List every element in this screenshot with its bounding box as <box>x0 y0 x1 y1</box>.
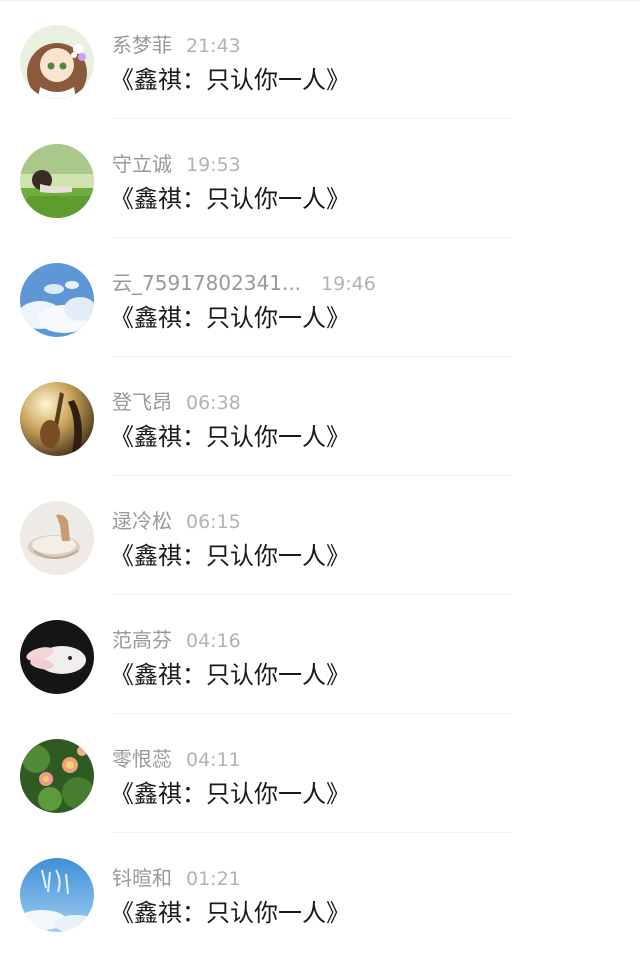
comment-text: 《鑫祺：只认你一人》 <box>110 66 350 94</box>
timestamp: 21:43 <box>186 35 241 57</box>
username[interactable]: 守立诚 <box>112 152 172 176</box>
comment-item[interactable]: 云_75917802341... 19:46 《鑫祺：只认你一人》 <box>0 238 640 357</box>
lotus-flowers-avatar[interactable] <box>20 739 94 813</box>
comment-meta: 钭暄和 01:21 <box>112 865 241 891</box>
comment-item[interactable]: 钭暄和 01:21 《鑫祺：只认你一人》 <box>0 833 640 952</box>
comment-text: 《鑫祺：只认你一人》 <box>110 661 350 689</box>
anime-girl-avatar[interactable] <box>20 25 94 99</box>
comment-meta: 范高芬 04:16 <box>112 627 241 653</box>
timestamp: 19:53 <box>186 154 241 176</box>
comment-text: 《鑫祺：只认你一人》 <box>110 423 350 451</box>
timestamp: 19:46 <box>321 273 376 295</box>
comment-item[interactable]: 零恨蕊 04:11 《鑫祺：只认你一人》 <box>0 714 640 833</box>
username[interactable]: 零恨蕊 <box>112 747 172 771</box>
comment-meta: 登飞昂 06:38 <box>112 389 241 415</box>
comment-item[interactable]: 范高芬 04:16 《鑫祺：只认你一人》 <box>0 595 640 714</box>
comment-item[interactable]: 系梦菲 21:43 《鑫祺：只认你一人》 <box>0 0 640 119</box>
username[interactable]: 系梦菲 <box>112 33 172 57</box>
comment-text: 《鑫祺：只认你一人》 <box>110 304 350 332</box>
sky-clouds-avatar[interactable] <box>20 263 94 337</box>
timestamp: 06:15 <box>186 511 241 533</box>
username[interactable]: 范高芬 <box>112 628 172 652</box>
comment-text: 《鑫祺：只认你一人》 <box>110 899 350 927</box>
comment-item[interactable]: 逯冷松 06:15 《鑫祺：只认你一人》 <box>0 476 640 595</box>
hand-shell-avatar[interactable] <box>20 501 94 575</box>
timestamp: 04:11 <box>186 749 241 771</box>
comment-meta: 零恨蕊 04:11 <box>112 746 241 772</box>
comment-meta: 系梦菲 21:43 <box>112 32 241 58</box>
comment-text: 《鑫祺：只认你一人》 <box>110 185 350 213</box>
comment-meta: 云_75917802341... 19:46 <box>112 270 376 296</box>
comment-text: 《鑫祺：只认你一人》 <box>110 542 350 570</box>
blue-sky-calligraphy-avatar[interactable] <box>20 858 94 932</box>
timestamp: 06:38 <box>186 392 241 414</box>
username[interactable]: 逯冷松 <box>112 509 172 533</box>
username[interactable]: 钭暄和 <box>112 866 172 890</box>
comment-meta: 守立诚 19:53 <box>112 151 241 177</box>
comment-meta: 逯冷松 06:15 <box>112 508 241 534</box>
comment-item[interactable]: 守立诚 19:53 《鑫祺：只认你一人》 <box>0 119 640 238</box>
meadow-girl-avatar[interactable] <box>20 144 94 218</box>
violin-sunset-avatar[interactable] <box>20 382 94 456</box>
white-rabbit-avatar[interactable] <box>20 620 94 694</box>
username[interactable]: 登飞昂 <box>112 390 172 414</box>
comment-text: 《鑫祺：只认你一人》 <box>110 780 350 808</box>
username[interactable]: 云_75917802341... <box>112 271 301 295</box>
timestamp: 01:21 <box>186 868 241 890</box>
comment-item[interactable]: 登飞昂 06:38 《鑫祺：只认你一人》 <box>0 357 640 476</box>
timestamp: 04:16 <box>186 630 241 652</box>
